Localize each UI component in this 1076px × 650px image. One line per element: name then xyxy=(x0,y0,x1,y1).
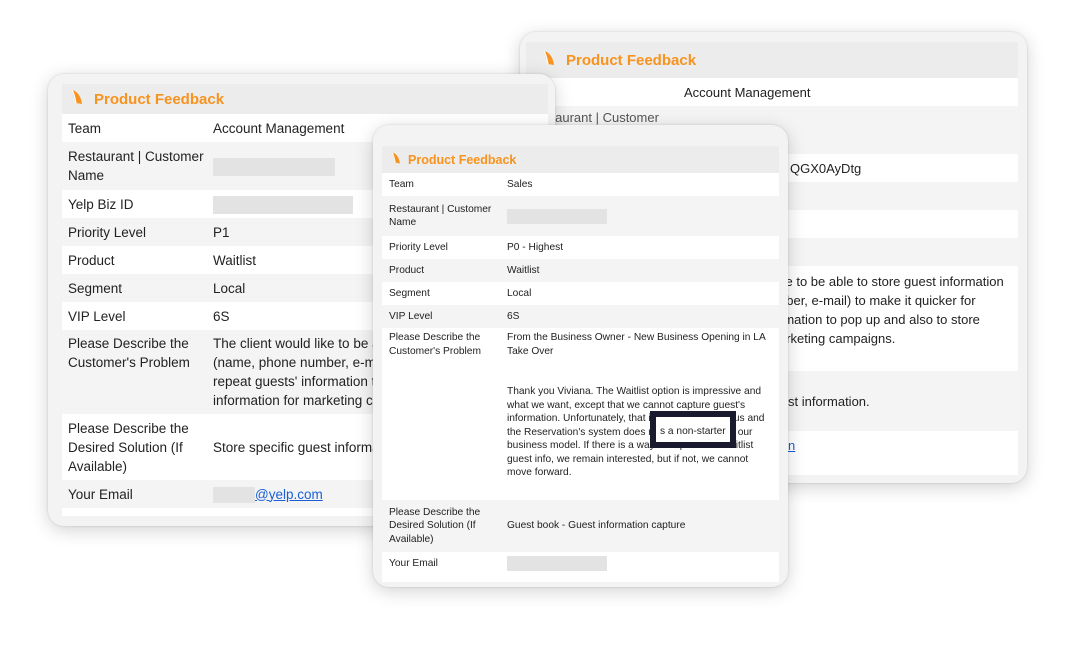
row-label: Segment xyxy=(62,274,213,302)
form-title: Product Feedback xyxy=(408,152,517,167)
table-row: Product Waitlist xyxy=(382,259,779,282)
yelp-burst-logo-icon xyxy=(389,151,403,168)
redacted-email-user xyxy=(213,486,255,503)
form-header: Product Feedback xyxy=(382,146,779,173)
row-label: Please Describe the Desired Solution (If… xyxy=(62,414,213,480)
row-label: Restaurant | Customer Name xyxy=(62,142,213,190)
yelp-burst-logo-icon xyxy=(68,88,86,110)
form-header: Product Feedback xyxy=(62,84,548,114)
form-title: Product Feedback xyxy=(94,90,225,108)
row-label: Segment xyxy=(382,282,507,305)
row-value: Guest book - Guest information capture xyxy=(507,500,779,552)
row-label: Restaurant | Customer Name xyxy=(382,196,507,236)
row-label: Priority Level xyxy=(62,218,213,246)
table-row: Team Sales xyxy=(382,173,779,196)
row-label: VIP Level xyxy=(382,305,507,328)
row-value: Waitlist xyxy=(507,259,779,282)
row-label: Product xyxy=(62,246,213,274)
row-label: Please Describe the Customer's Problem xyxy=(382,328,507,500)
table-row: amAccount Management xyxy=(526,78,1018,106)
row-value: P0 - Highest xyxy=(507,236,779,259)
row-value: Local xyxy=(507,282,779,305)
row-value: Account Management xyxy=(684,78,1018,106)
row-label: VIP Level xyxy=(62,302,213,330)
table-row: Segment Local xyxy=(382,282,779,305)
form-title: Product Feedback xyxy=(566,51,697,69)
row-label: Priority Level xyxy=(382,236,507,259)
row-label: Yelp Biz ID xyxy=(62,190,213,218)
row-label: Please Describe the Customer's Problem xyxy=(62,330,213,414)
email-link[interactable]: n xyxy=(788,438,795,453)
feedback-table: Team Sales Restaurant | Customer Name Pri… xyxy=(382,173,779,575)
row-value: Sales xyxy=(507,173,779,196)
redacted-value xyxy=(213,157,335,176)
table-row: Priority Level P0 - Highest xyxy=(382,236,779,259)
row-label: Team xyxy=(62,114,213,142)
table-row: Restaurant | Customer Name xyxy=(382,196,779,236)
table-row: VIP Level 6S xyxy=(382,305,779,328)
row-label: Your Email xyxy=(62,480,213,508)
row-label: Your Email xyxy=(382,552,507,575)
table-row: Your Email xyxy=(382,552,779,575)
highlighted-text: s a non-starter xyxy=(660,426,726,437)
redacted-value xyxy=(213,195,353,214)
table-row: Please Describe the Desired Solution (If… xyxy=(382,500,779,552)
yelp-burst-logo-icon xyxy=(540,49,558,71)
highlight-annotation: s a non-starter xyxy=(650,411,736,448)
row-value: 6S xyxy=(507,305,779,328)
feedback-form-front: Product Feedback Team Sales Restaurant | … xyxy=(382,146,779,582)
row-value: From the Business Owner - New Business O… xyxy=(507,328,779,500)
problem-intro: From the Business Owner - New Business O… xyxy=(507,332,766,357)
redacted-value xyxy=(507,208,607,224)
row-label: Team xyxy=(382,173,507,196)
redacted-email xyxy=(507,556,607,571)
email-link[interactable]: @yelp.com xyxy=(255,487,323,502)
form-header: Product Feedback xyxy=(526,42,1018,78)
row-label: Product xyxy=(382,259,507,282)
row-label: Please Describe the Desired Solution (If… xyxy=(382,500,507,552)
feedback-card-front: Product Feedback Team Sales Restaurant | … xyxy=(373,125,788,587)
